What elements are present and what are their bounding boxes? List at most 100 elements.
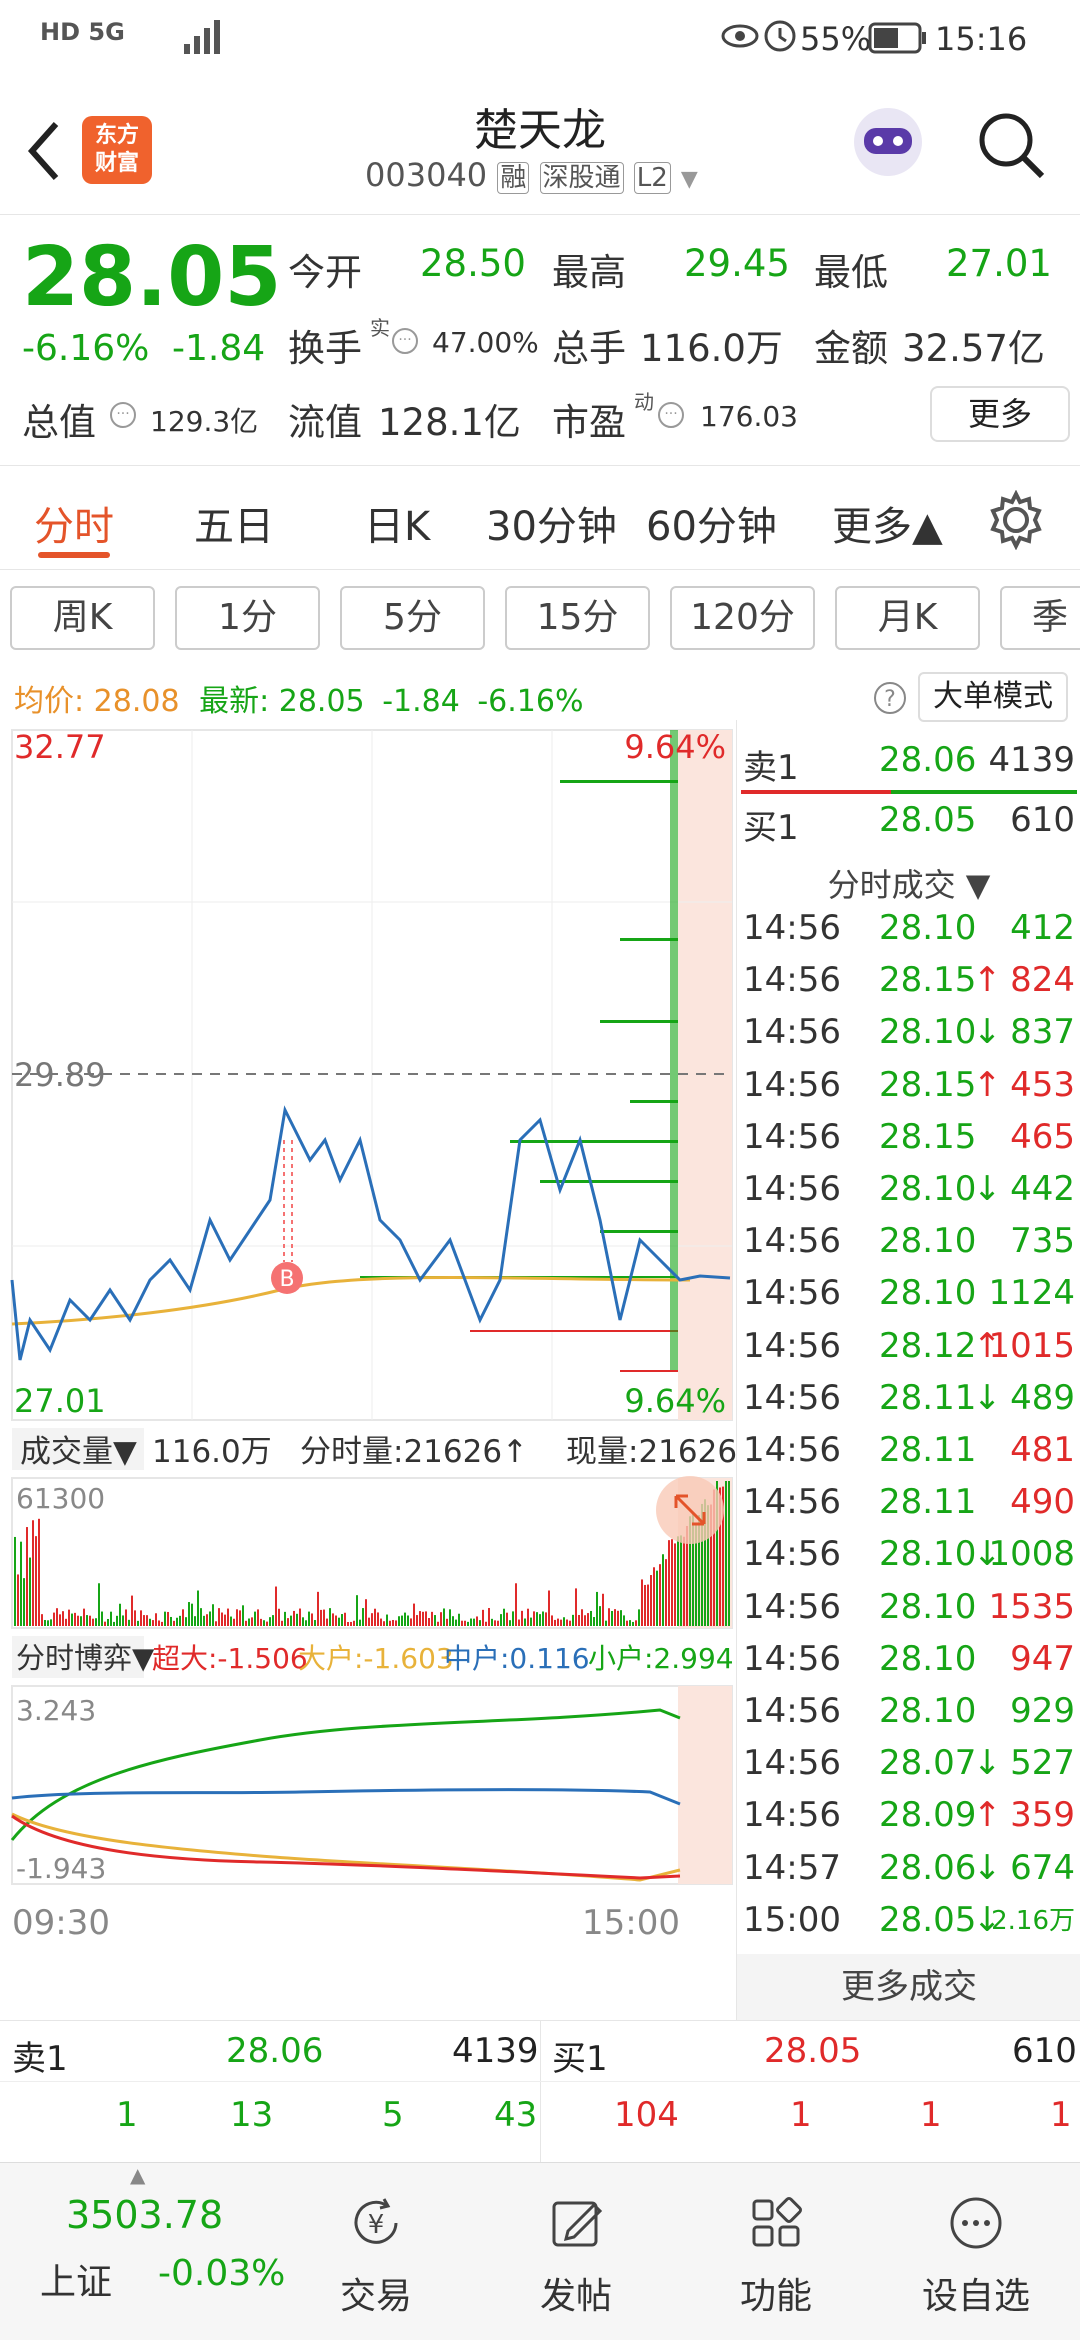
small-flow-line: [10, 1708, 681, 1841]
volume-bar: [644, 1584, 646, 1626]
tab-five-day[interactable]: 五日: [194, 494, 274, 552]
big-order-mode-button[interactable]: 大单模式: [918, 672, 1068, 722]
volume-bar: [281, 1620, 283, 1626]
battery-percent: 55%: [800, 20, 872, 58]
tick-row: 14:56 28.10 1124: [737, 1273, 1080, 1325]
index-widget[interactable]: ▲ 3503.78 上证 -0.03%: [0, 2163, 300, 2341]
caret-down-icon[interactable]: ▼: [681, 167, 698, 192]
volume-bar: [29, 1557, 31, 1626]
robot-avatar-icon[interactable]: [848, 102, 928, 182]
info-icon[interactable]: ···: [110, 402, 136, 428]
svg-text:?: ?: [884, 687, 896, 712]
volume-bar: [215, 1621, 217, 1626]
chip-15min[interactable]: 15分: [505, 586, 650, 650]
info-icon[interactable]: ···: [392, 328, 418, 354]
volume-bar: [317, 1591, 319, 1626]
game-dropdown[interactable]: 分时博弈▼: [16, 1641, 155, 1675]
volume-bar: [656, 1570, 658, 1626]
volume-bar: [125, 1609, 127, 1626]
depth-sell-cell: 43: [494, 2095, 538, 2135]
intraday-chart[interactable]: B 32.77 9.64% 29.89 27.01 9.64% 成交量▼ 116…: [0, 720, 737, 2020]
chip-120min[interactable]: 120分: [670, 586, 815, 650]
time-start: 09:30: [12, 1903, 110, 1943]
chip-5min[interactable]: 5分: [340, 586, 485, 650]
volume-dropdown[interactable]: 成交量▼: [20, 1434, 137, 1470]
super-flow-line: [11, 1814, 681, 1880]
volume-bar: [95, 1618, 97, 1626]
caret-up-icon: ▲: [130, 2163, 146, 2187]
volume-bar: [629, 1620, 631, 1626]
nav-functions[interactable]: 功能: [676, 2163, 876, 2341]
search-icon[interactable]: [972, 106, 1052, 186]
volume-bar: [68, 1609, 70, 1626]
chip-weekly-k[interactable]: 周K: [10, 586, 155, 650]
nav-add-watchlist[interactable]: 设自选: [876, 2163, 1076, 2341]
tab-30min[interactable]: 30分钟: [486, 494, 617, 552]
volume-bar: [674, 1543, 676, 1626]
chart-tabs: 分时 五日 日K 30分钟 60分钟 更多▲: [0, 466, 1080, 570]
open-value: 28.50: [420, 242, 526, 285]
volume-bar: [527, 1608, 529, 1626]
help-icon[interactable]: ?: [872, 680, 908, 716]
tab-more[interactable]: 更多▲: [832, 494, 943, 552]
volume-bar: [188, 1602, 190, 1626]
volume-bar: [497, 1620, 499, 1626]
volume-bar: [572, 1614, 574, 1626]
legend-change: -1.84: [382, 684, 460, 719]
volume-bar: [302, 1617, 304, 1626]
volume-bar: [239, 1610, 241, 1626]
volume-bar: [668, 1540, 670, 1626]
tab-60min[interactable]: 60分钟: [646, 494, 777, 552]
ticks-header[interactable]: 分时成交 ▼: [737, 860, 1080, 906]
low-value: 27.01: [946, 242, 1052, 285]
nav-post[interactable]: 发帖: [476, 2163, 676, 2341]
volume-bar: [362, 1608, 364, 1626]
tick-volume: 481: [1010, 1430, 1075, 1470]
depth-sell-cell: 5: [382, 2095, 404, 2135]
volume-bar: [245, 1620, 247, 1626]
alarm-icon: [764, 20, 796, 52]
volume-bar: [89, 1615, 91, 1626]
volume-bar: [728, 1481, 730, 1626]
nav-trade[interactable]: ¥ 交易: [276, 2163, 476, 2341]
more-ticks-button[interactable]: 更多成交: [737, 1954, 1080, 2020]
chip-1min[interactable]: 1分: [175, 586, 320, 650]
volume-bar: [326, 1618, 328, 1626]
tick-time: 14:56: [743, 1064, 841, 1105]
volume-bar: [14, 1536, 16, 1626]
float-label: 流值: [288, 401, 362, 444]
info-icon[interactable]: ···: [658, 402, 684, 428]
more-button[interactable]: 更多: [930, 386, 1070, 442]
tick-row: 14:56 28.15 465: [737, 1117, 1080, 1169]
volume-bar: [155, 1613, 157, 1626]
tick-price: 28.10: [879, 1221, 977, 1262]
tick-time: 14:56: [743, 1430, 841, 1470]
tab-intraday[interactable]: 分时: [34, 494, 114, 552]
tick-volume: 1124: [988, 1273, 1075, 1314]
volume-bar: [635, 1620, 637, 1626]
clock-time: 15:16: [935, 20, 1028, 58]
volume-bar: [158, 1620, 160, 1626]
volume-bar: [599, 1606, 601, 1626]
price-line: [10, 1105, 731, 1361]
grid-icon: [752, 2197, 802, 2247]
tick-time: 14:56: [743, 908, 841, 948]
tick-row: 14:56 28.10 1535: [737, 1587, 1080, 1639]
tick-price: 28.10: [879, 908, 977, 948]
gear-icon[interactable]: [986, 490, 1046, 550]
volume-bar: [344, 1612, 346, 1626]
volume-bar: [257, 1609, 259, 1626]
volume-bar: [374, 1608, 376, 1626]
volume-bar: [665, 1559, 667, 1626]
tick-time: 14:56: [743, 1638, 841, 1679]
volume-bar: [443, 1608, 445, 1626]
volume-bar: [209, 1611, 211, 1626]
chip-quarterly-k[interactable]: 季: [1000, 586, 1080, 650]
chip-monthly-k[interactable]: 月K: [835, 586, 980, 650]
pe-label: 市盈: [552, 401, 626, 444]
volume-bar: [515, 1583, 517, 1626]
bottom-nav: ▲ 3503.78 上证 -0.03% ¥ 交易 发帖 功能 设自选: [0, 2162, 1080, 2340]
tab-daily-k[interactable]: 日K: [364, 494, 430, 552]
tick-volume: 490: [1010, 1482, 1075, 1523]
volume-bar: [650, 1575, 652, 1626]
